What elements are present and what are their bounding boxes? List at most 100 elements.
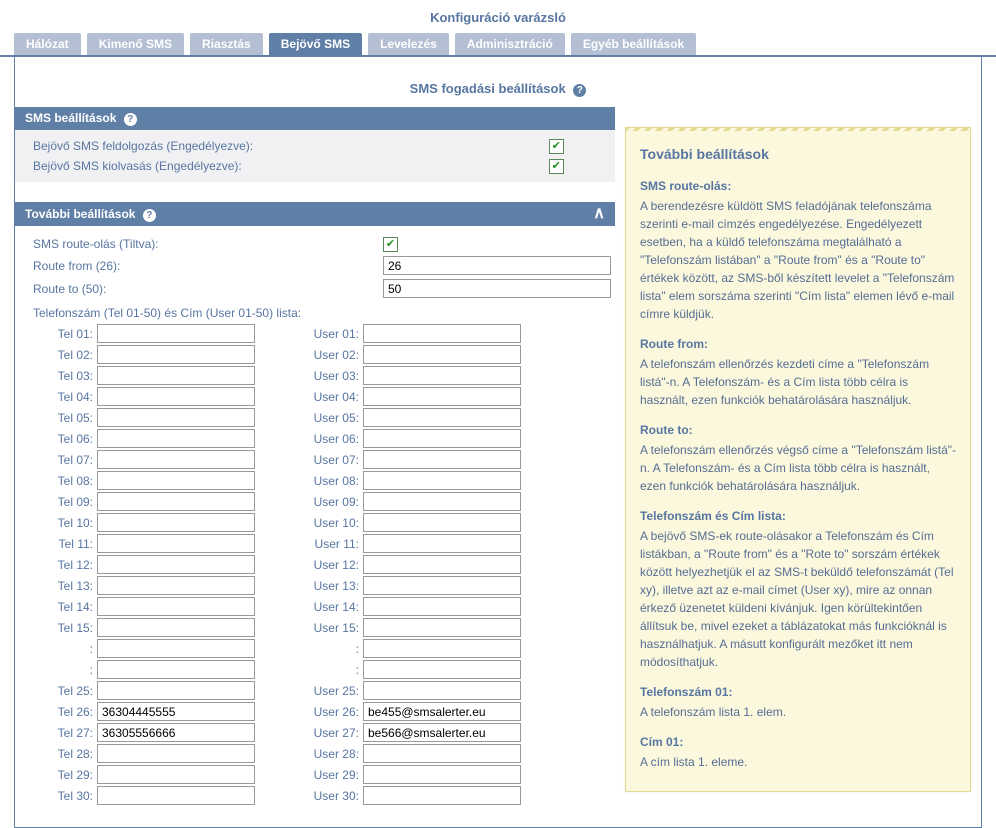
tab-riasztás[interactable]: Riasztás bbox=[190, 33, 263, 55]
user-row: User 15: bbox=[293, 618, 573, 637]
tel-input[interactable] bbox=[97, 429, 255, 448]
tel-row: Tel 03: bbox=[33, 366, 293, 385]
tel-label: : bbox=[33, 642, 97, 656]
more-settings-title: További beállítások bbox=[25, 207, 135, 221]
user-input[interactable] bbox=[363, 639, 521, 658]
help-icon[interactable]: ? bbox=[573, 84, 586, 97]
user-row: User 13: bbox=[293, 576, 573, 595]
tab-kimenő-sms[interactable]: Kimenő SMS bbox=[87, 33, 184, 55]
tel-input[interactable] bbox=[97, 471, 255, 490]
help-icon[interactable]: ? bbox=[143, 209, 156, 222]
user-input[interactable] bbox=[363, 450, 521, 469]
tel-row: Tel 05: bbox=[33, 408, 293, 427]
user-label: User 10: bbox=[293, 516, 363, 530]
user-input[interactable] bbox=[363, 681, 521, 700]
user-label: User 27: bbox=[293, 726, 363, 740]
help-section-body: A cím lista 1. eleme. bbox=[640, 753, 956, 771]
tel-row: Tel 29: bbox=[33, 765, 293, 784]
user-row: User 03: bbox=[293, 366, 573, 385]
tel-input[interactable] bbox=[97, 744, 255, 763]
tab-levelezés[interactable]: Levelezés bbox=[368, 33, 449, 55]
user-input[interactable] bbox=[363, 324, 521, 343]
collapse-chevron-icon[interactable]: ∧ bbox=[593, 206, 605, 222]
tel-input[interactable] bbox=[97, 324, 255, 343]
user-input[interactable] bbox=[363, 534, 521, 553]
user-input[interactable] bbox=[363, 429, 521, 448]
tel-input[interactable] bbox=[97, 408, 255, 427]
tel-input[interactable] bbox=[97, 597, 255, 616]
tel-input[interactable] bbox=[97, 387, 255, 406]
tel-label: Tel 30: bbox=[33, 789, 97, 803]
tel-input[interactable] bbox=[97, 576, 255, 595]
tel-label: Tel 13: bbox=[33, 579, 97, 593]
tel-label: Tel 09: bbox=[33, 495, 97, 509]
help-panel-title: További beállítások bbox=[640, 144, 956, 165]
tel-input[interactable] bbox=[97, 639, 255, 658]
tel-input[interactable] bbox=[97, 786, 255, 805]
page-title: Konfiguráció varázsló bbox=[0, 0, 996, 33]
user-input[interactable] bbox=[363, 576, 521, 595]
user-input[interactable] bbox=[363, 345, 521, 364]
user-input[interactable] bbox=[363, 765, 521, 784]
tel-label: Tel 15: bbox=[33, 621, 97, 635]
user-row: User 28: bbox=[293, 744, 573, 763]
user-input[interactable] bbox=[363, 555, 521, 574]
tel-input[interactable] bbox=[97, 555, 255, 574]
rxread-checkbox[interactable]: ✔ bbox=[549, 159, 564, 174]
tab-egyéb-beállítások[interactable]: Egyéb beállítások bbox=[571, 33, 696, 55]
user-input[interactable] bbox=[363, 387, 521, 406]
user-input[interactable] bbox=[363, 702, 521, 721]
tel-row: Tel 02: bbox=[33, 345, 293, 364]
user-input[interactable] bbox=[363, 408, 521, 427]
user-input[interactable] bbox=[363, 660, 521, 679]
user-row: User 12: bbox=[293, 555, 573, 574]
tel-input[interactable] bbox=[97, 681, 255, 700]
content-area: SMS fogadási beállítások ? SMS beállítás… bbox=[14, 57, 982, 828]
tel-row: Tel 06: bbox=[33, 429, 293, 448]
tel-input[interactable] bbox=[97, 765, 255, 784]
tel-input[interactable] bbox=[97, 366, 255, 385]
tel-input[interactable] bbox=[97, 618, 255, 637]
user-input[interactable] bbox=[363, 786, 521, 805]
tel-label: Tel 02: bbox=[33, 348, 97, 362]
tel-input[interactable] bbox=[97, 660, 255, 679]
user-input[interactable] bbox=[363, 471, 521, 490]
tab-adminisztráció[interactable]: Adminisztráció bbox=[455, 33, 565, 55]
tel-input[interactable] bbox=[97, 702, 255, 721]
tel-row: : bbox=[33, 639, 293, 658]
tel-input[interactable] bbox=[97, 534, 255, 553]
user-input[interactable] bbox=[363, 618, 521, 637]
tel-input[interactable] bbox=[97, 345, 255, 364]
tel-label: Tel 27: bbox=[33, 726, 97, 740]
user-input[interactable] bbox=[363, 723, 521, 742]
help-icon[interactable]: ? bbox=[124, 113, 137, 126]
user-input[interactable] bbox=[363, 597, 521, 616]
help-panel: További beállítások SMS route-olás:A ber… bbox=[625, 127, 971, 792]
tel-input[interactable] bbox=[97, 723, 255, 742]
help-section-heading: Telefonszám 01: bbox=[640, 683, 956, 701]
tab-bejövő-sms[interactable]: Bejövő SMS bbox=[269, 33, 362, 55]
sms-settings-bar: SMS beállítások ? bbox=[15, 107, 615, 130]
tel-label: Tel 11: bbox=[33, 537, 97, 551]
rxproc-checkbox[interactable]: ✔ bbox=[549, 139, 564, 154]
tel-input[interactable] bbox=[97, 450, 255, 469]
route-from-input[interactable] bbox=[383, 256, 611, 275]
tel-input[interactable] bbox=[97, 492, 255, 511]
user-input[interactable] bbox=[363, 366, 521, 385]
help-section-body: A telefonszám lista 1. elem. bbox=[640, 703, 956, 721]
route-to-input[interactable] bbox=[383, 279, 611, 298]
tab-hálózat[interactable]: Hálózat bbox=[14, 33, 81, 55]
user-input[interactable] bbox=[363, 513, 521, 532]
left-column: SMS beállítások ? Bejövő SMS feldolgozás… bbox=[15, 107, 615, 827]
tel-input[interactable] bbox=[97, 513, 255, 532]
tel-label: Tel 10: bbox=[33, 516, 97, 530]
user-label: User 30: bbox=[293, 789, 363, 803]
tel-row: Tel 26: bbox=[33, 702, 293, 721]
user-label: User 04: bbox=[293, 390, 363, 404]
user-label: : bbox=[293, 663, 363, 677]
user-input[interactable] bbox=[363, 744, 521, 763]
user-input[interactable] bbox=[363, 492, 521, 511]
tel-row: Tel 13: bbox=[33, 576, 293, 595]
user-label: User 07: bbox=[293, 453, 363, 467]
route-enable-checkbox[interactable]: ✔ bbox=[383, 237, 398, 252]
